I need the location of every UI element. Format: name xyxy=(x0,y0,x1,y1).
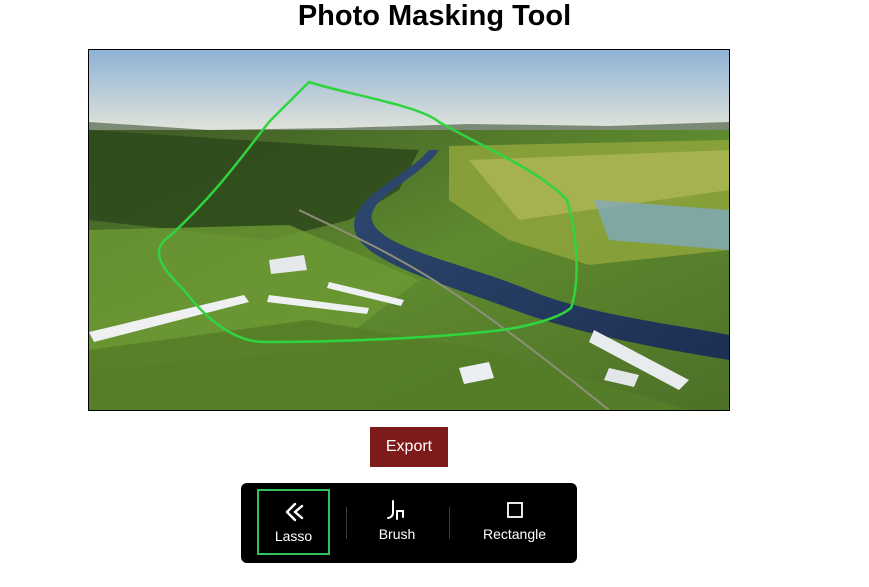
rectangle-icon xyxy=(506,499,524,521)
page-title: Photo Masking Tool xyxy=(297,0,572,32)
image-canvas[interactable] xyxy=(88,49,730,411)
rectangle-tool-button[interactable]: Rectangle xyxy=(466,489,563,555)
rectangle-tool-label: Rectangle xyxy=(482,526,547,542)
lasso-tool-label: Lasso xyxy=(274,528,313,544)
brush-tool-label: Brush xyxy=(378,526,416,542)
lasso-icon xyxy=(283,501,305,523)
export-button[interactable]: Export xyxy=(370,427,448,467)
toolbar-divider xyxy=(346,507,347,539)
landscape-photo xyxy=(89,50,729,410)
lasso-tool-button[interactable]: Lasso xyxy=(257,489,330,555)
tool-palette: Lasso Brush Rectangle xyxy=(241,483,577,563)
brush-tool-button[interactable]: Brush xyxy=(358,489,436,555)
toolbar-divider xyxy=(449,507,450,539)
brush-icon xyxy=(387,499,407,521)
